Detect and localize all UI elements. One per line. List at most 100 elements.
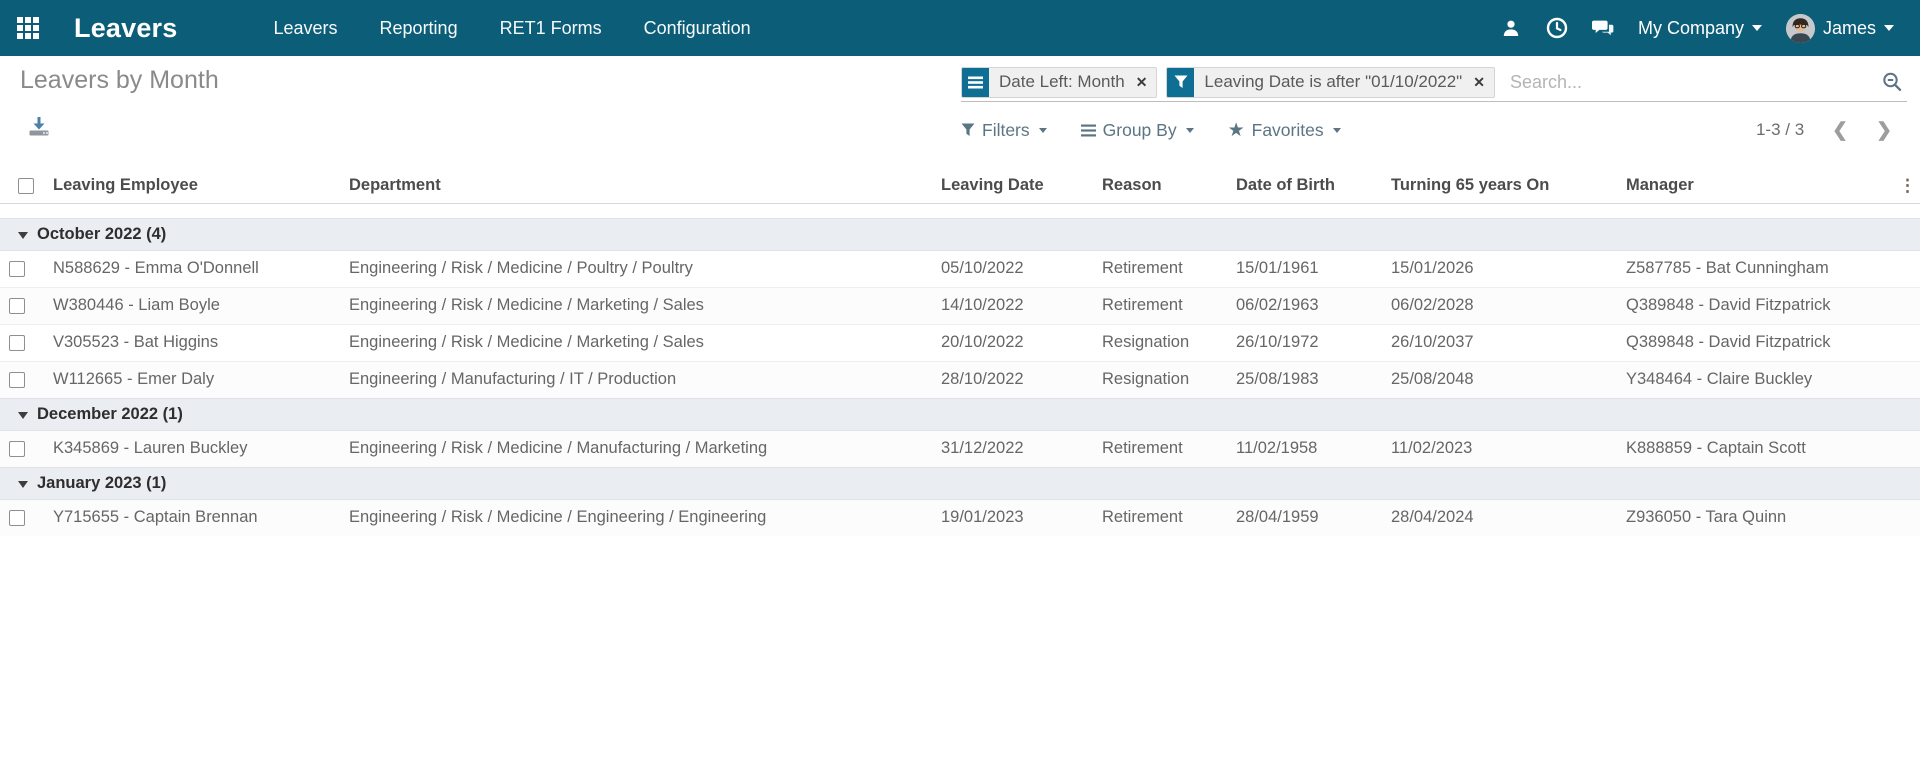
cell-manager[interactable]: Q389848 - David Fitzpatrick xyxy=(1617,286,1895,324)
table-row[interactable]: W112665 - Emer Daly Engineering / Manufac… xyxy=(0,360,1920,398)
cell-leaving-date[interactable]: 05/10/2022 xyxy=(932,249,1093,287)
column-header-manager[interactable]: Manager xyxy=(1617,169,1895,204)
table-row[interactable]: W380446 - Liam Boyle Engineering / Risk /… xyxy=(0,286,1920,324)
row-select-cell xyxy=(0,498,44,536)
cell-department[interactable]: Engineering / Risk / Medicine / Manufact… xyxy=(340,429,932,467)
table-row[interactable]: K345869 - Lauren Buckley Engineering / Ri… xyxy=(0,429,1920,467)
cell-dob[interactable]: 15/01/1961 xyxy=(1227,249,1382,287)
cell-dob[interactable]: 26/10/1972 xyxy=(1227,323,1382,361)
user-menu[interactable]: James xyxy=(1785,13,1894,43)
column-header-leaving-employee[interactable]: Leaving Employee xyxy=(44,169,340,204)
pager-next-icon[interactable]: ❯ xyxy=(1876,121,1892,140)
column-header-date-of-birth[interactable]: Date of Birth xyxy=(1227,169,1382,204)
nav-menu-leavers[interactable]: Leavers xyxy=(273,18,337,39)
cell-department[interactable]: Engineering / Risk / Medicine / Marketin… xyxy=(340,286,932,324)
table-row[interactable]: N588629 - Emma O'Donnell Engineering / Ri… xyxy=(0,249,1920,287)
cell-manager[interactable]: Z936050 - Tara Quinn xyxy=(1617,498,1895,536)
row-checkbox[interactable] xyxy=(9,297,25,314)
funnel-icon xyxy=(961,123,975,136)
cell-turning-65[interactable]: 25/08/2048 xyxy=(1382,360,1617,398)
column-header-turning-65[interactable]: Turning 65 years On xyxy=(1382,169,1617,204)
cell-dob[interactable]: 06/02/1963 xyxy=(1227,286,1382,324)
column-header-department[interactable]: Department xyxy=(340,169,932,204)
cell-leaving-date[interactable]: 20/10/2022 xyxy=(932,323,1093,361)
company-name: My Company xyxy=(1637,17,1744,38)
table-body: October 2022 (4) N588629 - Emma O'Donnell… xyxy=(0,203,1920,536)
cell-manager[interactable]: Z587785 - Bat Cunningham xyxy=(1617,249,1895,287)
cell-turning-65[interactable]: 06/02/2028 xyxy=(1382,286,1617,324)
top-navbar: Leavers Leavers Reporting RET1 Forms Con… xyxy=(0,0,1920,56)
facet-remove-icon[interactable]: ✕ xyxy=(1135,68,1157,97)
row-checkbox[interactable] xyxy=(9,509,25,526)
search-input[interactable] xyxy=(1503,71,1879,93)
cell-manager[interactable]: K888859 - Captain Scott xyxy=(1617,429,1895,467)
cell-reason[interactable]: Resignation xyxy=(1093,323,1227,361)
cell-manager[interactable]: Y348464 - Claire Buckley xyxy=(1617,360,1895,398)
group-header-row[interactable]: January 2023 (1) xyxy=(0,466,1920,500)
cell-leaving-date[interactable]: 19/01/2023 xyxy=(932,498,1093,536)
row-checkbox[interactable] xyxy=(9,440,25,457)
chevron-down-icon xyxy=(1884,25,1894,31)
optional-columns-icon[interactable]: ⋮ xyxy=(1899,176,1916,195)
nav-menu-ret1-forms[interactable]: RET1 Forms xyxy=(500,18,602,39)
cell-dob[interactable]: 25/08/1983 xyxy=(1227,360,1382,398)
cell-department[interactable]: Engineering / Risk / Medicine / Poultry … xyxy=(340,249,932,287)
table-row[interactable]: Y715655 - Captain Brennan Engineering / R… xyxy=(0,498,1920,536)
cell-reason[interactable]: Retirement xyxy=(1093,286,1227,324)
row-checkbox[interactable] xyxy=(9,260,25,277)
row-select-cell xyxy=(0,429,44,467)
page-title: Leavers by Month xyxy=(20,66,219,94)
optional-columns-cell: ⋮ xyxy=(1895,169,1920,204)
cell-employee[interactable]: N588629 - Emma O'Donnell xyxy=(44,249,340,287)
user-presence-icon[interactable] xyxy=(1500,17,1522,39)
cell-employee[interactable]: Y715655 - Captain Brennan xyxy=(44,498,340,536)
group-header-row[interactable]: October 2022 (4) xyxy=(0,217,1920,251)
cell-reason[interactable]: Resignation xyxy=(1093,360,1227,398)
row-end-cell xyxy=(1895,323,1920,361)
cell-reason[interactable]: Retirement xyxy=(1093,498,1227,536)
cell-turning-65[interactable]: 15/01/2026 xyxy=(1382,249,1617,287)
cell-leaving-date[interactable]: 14/10/2022 xyxy=(932,286,1093,324)
search-icon[interactable] xyxy=(1879,69,1905,95)
table-row[interactable]: V305523 - Bat Higgins Engineering / Risk … xyxy=(0,323,1920,361)
group-by-button[interactable]: Group By xyxy=(1080,119,1194,141)
nav-menu-configuration[interactable]: Configuration xyxy=(644,18,751,39)
pager-previous-icon[interactable]: ❮ xyxy=(1832,121,1848,140)
filters-button[interactable]: Filters xyxy=(961,120,1047,141)
search-options: Filters Group By ★ Favorites xyxy=(961,115,1341,145)
cell-employee[interactable]: W380446 - Liam Boyle xyxy=(44,286,340,324)
cell-turning-65[interactable]: 28/04/2024 xyxy=(1382,498,1617,536)
cell-dob[interactable]: 28/04/1959 xyxy=(1227,498,1382,536)
row-checkbox[interactable] xyxy=(9,334,25,351)
column-header-leaving-date[interactable]: Leaving Date xyxy=(932,169,1093,204)
export-download-button[interactable] xyxy=(27,114,51,138)
cell-leaving-date[interactable]: 28/10/2022 xyxy=(932,360,1093,398)
column-header-reason[interactable]: Reason xyxy=(1093,169,1227,204)
cell-dob[interactable]: 11/02/1958 xyxy=(1227,429,1382,467)
cell-department[interactable]: Engineering / Manufacturing / IT / Produ… xyxy=(340,360,932,398)
cell-department[interactable]: Engineering / Risk / Medicine / Engineer… xyxy=(340,498,932,536)
cell-employee[interactable]: K345869 - Lauren Buckley xyxy=(44,429,340,467)
pager: 1-3 / 3 ❮ ❯ xyxy=(1756,115,1892,145)
messages-icon[interactable] xyxy=(1591,17,1614,39)
favorites-button[interactable]: ★ Favorites xyxy=(1228,120,1341,141)
cell-turning-65[interactable]: 26/10/2037 xyxy=(1382,323,1617,361)
cell-employee[interactable]: V305523 - Bat Higgins xyxy=(44,323,340,361)
facet-remove-icon[interactable]: ✕ xyxy=(1472,68,1494,97)
cell-reason[interactable]: Retirement xyxy=(1093,249,1227,287)
group-header-row[interactable]: December 2022 (1) xyxy=(0,397,1920,431)
group-by-label: Group By xyxy=(1102,119,1177,140)
cell-manager[interactable]: Q389848 - David Fitzpatrick xyxy=(1617,323,1895,361)
cell-department[interactable]: Engineering / Risk / Medicine / Marketin… xyxy=(340,323,932,361)
cell-turning-65[interactable]: 11/02/2023 xyxy=(1382,429,1617,467)
company-switcher[interactable]: My Company xyxy=(1638,18,1762,39)
apps-menu-button[interactable] xyxy=(0,0,56,56)
cell-employee[interactable]: W112665 - Emer Daly xyxy=(44,360,340,398)
cell-reason[interactable]: Retirement xyxy=(1093,429,1227,467)
facet-label: Leaving Date is after "01/10/2022" xyxy=(1204,72,1463,91)
cell-leaving-date[interactable]: 31/12/2022 xyxy=(932,429,1093,467)
select-all-checkbox[interactable] xyxy=(18,177,34,194)
activities-clock-icon[interactable] xyxy=(1546,17,1568,39)
nav-menu-reporting[interactable]: Reporting xyxy=(380,18,458,39)
row-checkbox[interactable] xyxy=(9,371,25,388)
